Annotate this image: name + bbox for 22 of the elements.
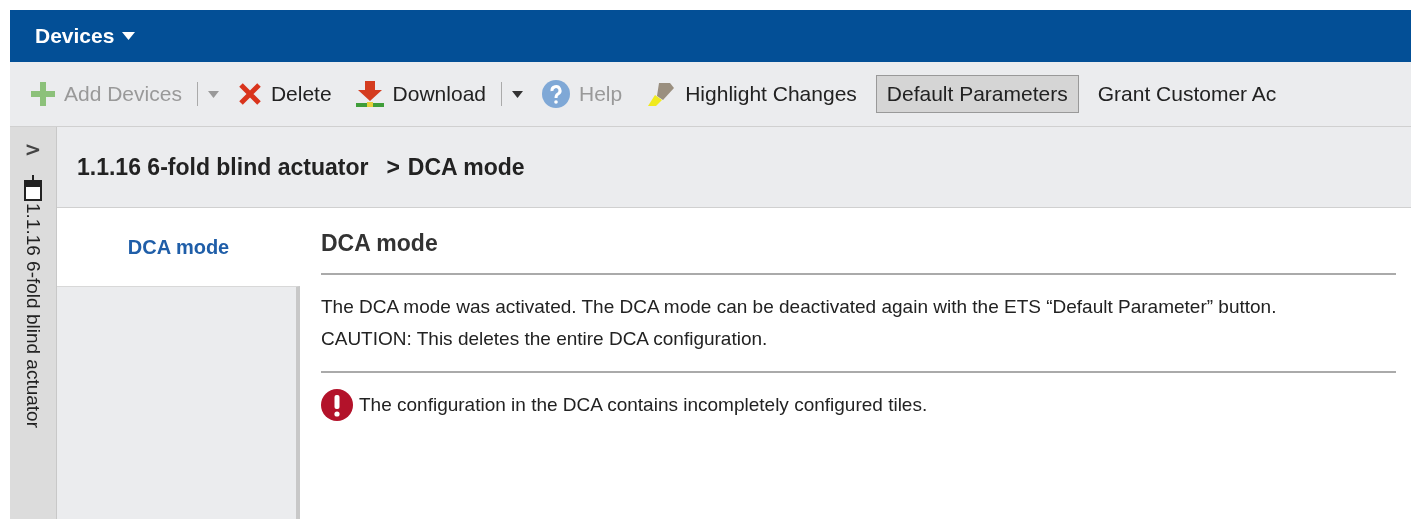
breadcrumb-separator: > (386, 153, 400, 181)
breadcrumb-page[interactable]: DCA mode (407, 153, 525, 181)
toolbar-button[interactable]: Grant Customer Ac (1092, 75, 1282, 113)
device-tab-label[interactable]: 1.1.16 6-fold blind actuator (22, 203, 44, 428)
help-icon (542, 80, 570, 108)
section-title: DCA mode (321, 230, 439, 257)
expand-button[interactable]: > (24, 137, 42, 161)
close-icon (237, 82, 262, 106)
dropdown-button[interactable] (512, 90, 523, 98)
devices-menu[interactable]: Devices (35, 24, 136, 48)
toolbar-button[interactable]: Highlight Changes (641, 74, 862, 114)
toolbar-button[interactable]: Default Parameters (875, 75, 1079, 113)
highlighter-icon (646, 81, 677, 107)
breadcrumb-device[interactable]: 1.1.16 6-fold blind actuator (77, 153, 369, 181)
error-icon (321, 389, 353, 421)
download-icon (355, 81, 384, 107)
description-text: The DCA mode was activated. The DCA mode can be deactivated again with the ETS “Default Parameter” button. CAUTION: This deletes the entire DCA configuration. (321, 295, 1278, 351)
toolbar-button[interactable]: Delete (232, 75, 337, 113)
device-icon (24, 175, 42, 201)
toolbar-button[interactable]: Download (350, 74, 491, 114)
error-message: The configuration in the DCA contains incompletely configured tiles. (359, 394, 928, 416)
plus-icon (31, 82, 55, 106)
